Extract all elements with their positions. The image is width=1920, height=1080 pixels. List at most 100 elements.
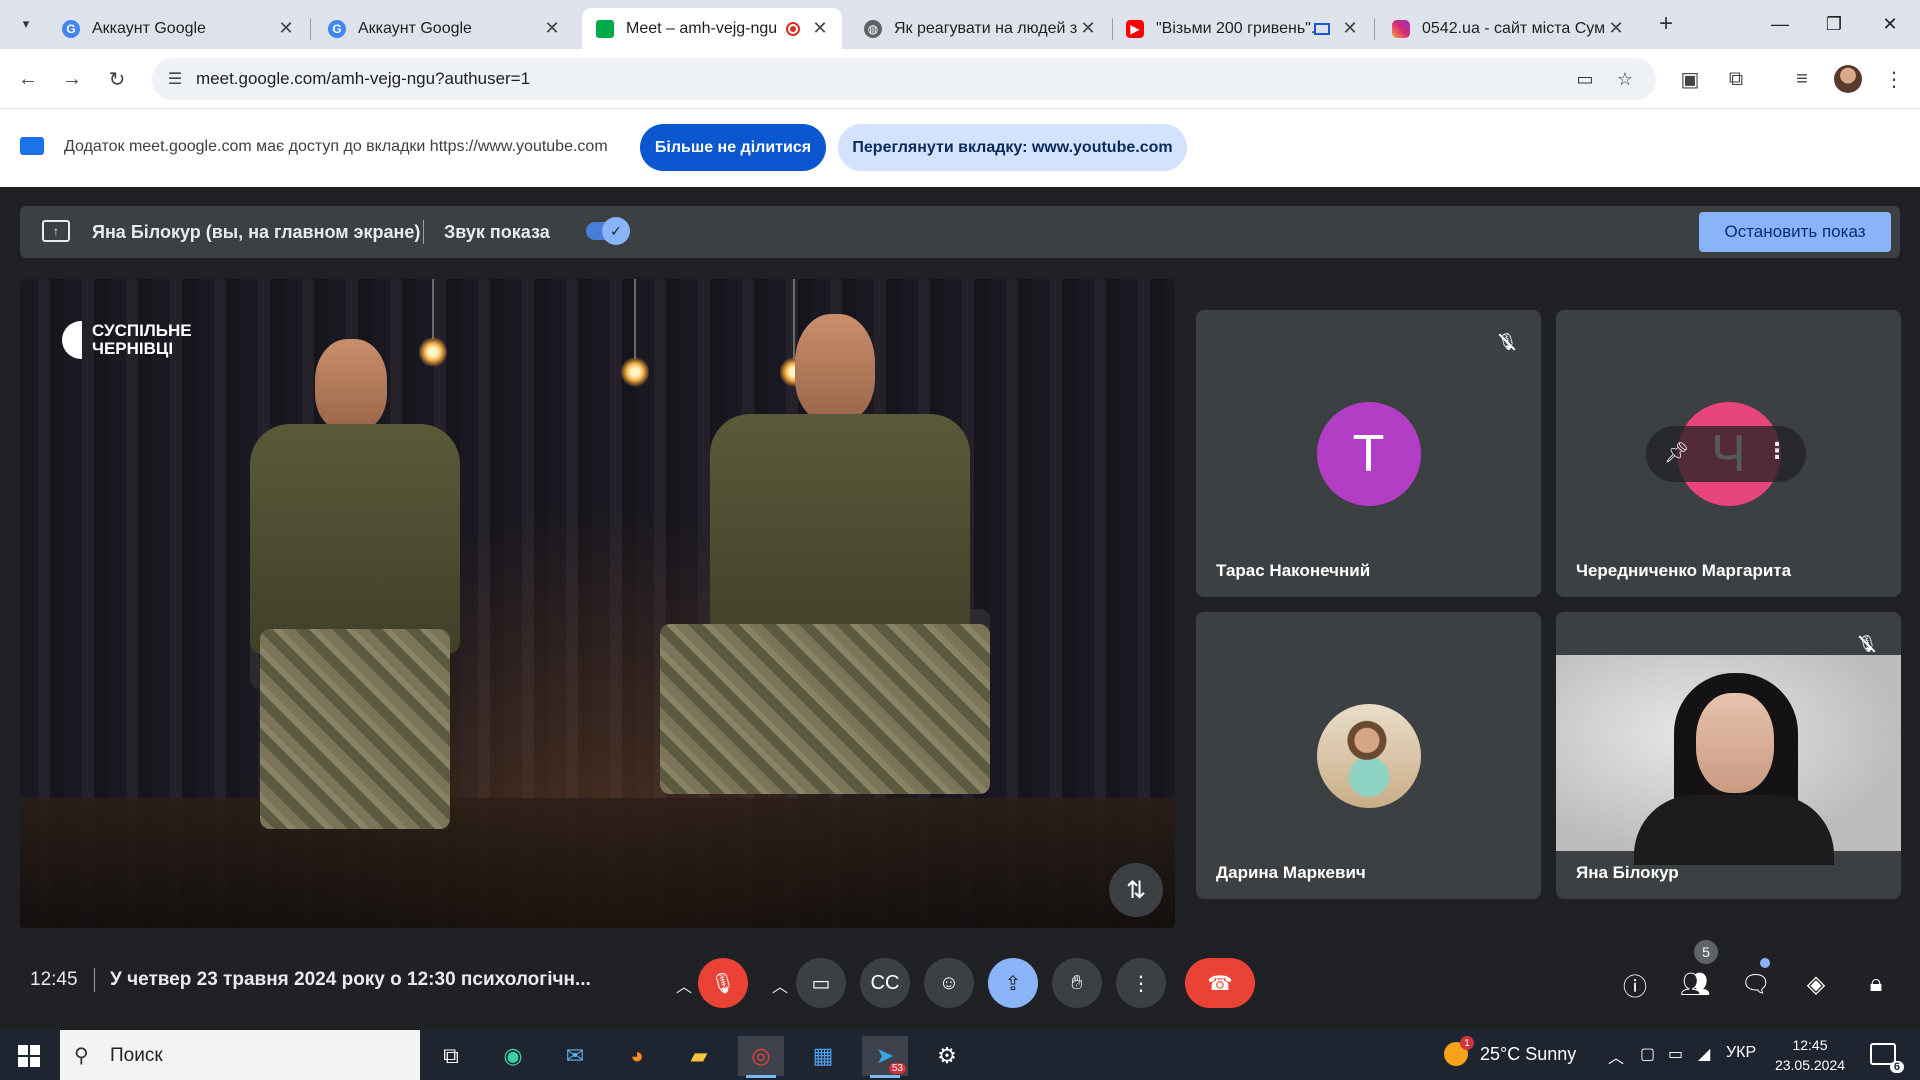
taskbar-clock[interactable]: 12:45 23.05.2024	[1770, 1035, 1850, 1075]
raise-hand-button[interactable]: ✋︎	[1052, 958, 1102, 1008]
close-tab-icon[interactable]: ✕	[1340, 18, 1360, 39]
meeting-info-icon[interactable]: ⓘ	[1619, 968, 1651, 1001]
edge-browser-icon[interactable]: ◉	[490, 1036, 536, 1076]
person-right	[640, 314, 1040, 874]
suspilne-logo-mark	[62, 321, 82, 359]
activities-icon[interactable]: ◈	[1800, 968, 1832, 1000]
people-icon[interactable]: 👥︎	[1679, 968, 1711, 1000]
browser-tab-strip: ▾ G Аккаунт Google ✕ G Аккаунт Google ✕ …	[0, 0, 1920, 49]
close-tab-icon[interactable]: ✕	[542, 18, 562, 39]
mail-icon[interactable]: ✉	[552, 1036, 598, 1076]
clock-time: 12:45	[1792, 1037, 1828, 1053]
tab-article[interactable]: ◍ Як реагувати на людей з і ✕	[850, 8, 1110, 49]
mic-off-button[interactable]: 🎙︎	[698, 958, 748, 1008]
video-options-chevron-icon[interactable]: ︿	[772, 973, 788, 997]
camera-in-use-icon[interactable]: ▭	[1572, 67, 1598, 91]
meet-icon	[596, 19, 614, 38]
site-settings-icon[interactable]: ☰	[164, 68, 186, 90]
shared-screen-video[interactable]: СУСПІЛЬНЕ ЧЕРНІВЦІ	[20, 279, 1175, 928]
microsoft-store-icon[interactable]: ▦	[800, 1036, 846, 1076]
camera-button[interactable]: ▭	[796, 958, 846, 1008]
close-tab-icon[interactable]: ✕	[1078, 18, 1098, 39]
stop-sharing-button[interactable]: Більше не ділитися	[640, 124, 826, 171]
google-icon: G	[62, 19, 80, 38]
tab-title: Аккаунт Google	[92, 19, 206, 37]
logo-text: СУСПІЛЬНЕ ЧЕРНІВЦІ	[92, 322, 192, 358]
browser-toolbar: ← → ↻ ☰ meet.google.com/amh-vejg-ngu?aut…	[0, 49, 1920, 109]
host-controls-lock-icon[interactable]: 🔒︎	[1860, 968, 1892, 1000]
meet-control-bar: 12:45 У четвер 23 травня 2024 року о 12:…	[0, 940, 1920, 1028]
present-now-button[interactable]: ⇪	[988, 958, 1038, 1008]
tab-youtube[interactable]: ▶ "Візьми 200 гривень". ✕	[1112, 8, 1372, 49]
meet-tray-icon[interactable]: ▢	[1640, 1044, 1655, 1064]
participant-tile[interactable]: 🎙 T Тарас Наконечний	[1196, 310, 1541, 597]
participant-tile[interactable]: 🎙 Яна Білокур	[1556, 612, 1901, 899]
view-shared-tab-button[interactable]: Переглянути вкладку: www.youtube.com	[838, 124, 1187, 171]
task-view-icon[interactable]: ⧉	[428, 1036, 474, 1076]
tab-separator	[1374, 18, 1375, 40]
meeting-title: У четвер 23 травня 2024 року о 12:30 пси…	[110, 969, 591, 990]
tab-meet[interactable]: Meet – amh-vejg-ngu ✕	[582, 8, 842, 49]
profile-extension-icon[interactable]: ▣	[1674, 63, 1706, 95]
new-tab-plus-icon[interactable]: +	[1652, 10, 1680, 38]
address-bar[interactable]: ☰ meet.google.com/amh-vejg-ngu?authuser=…	[152, 58, 1656, 100]
file-explorer-icon[interactable]: ▰	[676, 1036, 722, 1076]
windows-start-icon[interactable]	[18, 1045, 40, 1067]
participant-tile[interactable]: Ч 📌︎ ⋮ Чередниченко Маргарита	[1556, 310, 1901, 597]
emoji-reactions-button[interactable]: ☺	[924, 958, 974, 1008]
network-icon[interactable]: ◢	[1698, 1044, 1710, 1064]
back-arrow-icon[interactable]: ←	[12, 63, 44, 95]
swap-layout-arrows-icon[interactable]: ⇅	[1109, 863, 1163, 917]
profile-avatar[interactable]	[1834, 65, 1862, 93]
reload-icon[interactable]: ↻	[101, 63, 133, 95]
close-tab-icon[interactable]: ✕	[276, 18, 296, 39]
tab-google-account-2[interactable]: G Аккаунт Google ✕	[314, 8, 574, 49]
close-tab-icon[interactable]: ✕	[810, 18, 830, 39]
extensions-puzzle-icon[interactable]: ⧉	[1720, 63, 1752, 95]
divider	[94, 968, 95, 992]
person-torso	[250, 424, 460, 654]
stop-presenting-button[interactable]: Остановить показ	[1699, 212, 1891, 252]
more-options-button[interactable]: ⋮	[1116, 958, 1166, 1008]
chat-icon[interactable]: 🗨︎	[1740, 968, 1772, 1000]
tab-google-account-1[interactable]: G Аккаунт Google ✕	[48, 8, 308, 49]
participant-avatar: T	[1316, 401, 1421, 506]
notifications-icon[interactable]: 6	[1870, 1043, 1904, 1073]
bookmark-star-icon[interactable]: ☆	[1612, 67, 1638, 91]
audio-options-chevron-icon[interactable]: ︿	[676, 973, 692, 997]
youtube-icon: ▶	[1126, 19, 1144, 38]
battery-icon[interactable]: ▭	[1668, 1044, 1683, 1064]
participants-count-badge: 5	[1694, 940, 1718, 964]
language-indicator[interactable]: УКР	[1726, 1044, 1756, 1062]
tab-instagram[interactable]: 0542.ua - сайт міста Суми ✕	[1378, 8, 1638, 49]
person-head	[315, 339, 387, 431]
close-window-icon[interactable]: ✕	[1862, 8, 1918, 40]
settings-gear-icon[interactable]: ⚙	[924, 1036, 970, 1076]
presentation-audio-toggle[interactable]: ✓	[586, 217, 630, 245]
tab-search-chevron-icon[interactable]: ▾	[12, 10, 40, 38]
forward-arrow-icon[interactable]: →	[56, 63, 88, 95]
person-legs	[260, 629, 450, 829]
more-options-icon[interactable]: ⋮	[1766, 438, 1788, 464]
firefox-icon[interactable]: ◕	[614, 1036, 660, 1076]
captions-button[interactable]: CC	[860, 958, 910, 1008]
logo-line-1: СУСПІЛЬНЕ	[92, 321, 192, 340]
telegram-icon[interactable]: ➤ 53	[862, 1036, 908, 1078]
media-controls-icon[interactable]: ≡	[1786, 63, 1818, 95]
globe-icon: ◍	[864, 19, 882, 38]
participant-tile[interactable]: Дарина Маркевич	[1196, 612, 1541, 899]
show-hidden-icons-chevron[interactable]: ︿	[1608, 1044, 1624, 1068]
weather-widget[interactable]: 25°C Sunny	[1444, 1036, 1576, 1066]
tab-title: 0542.ua - сайт міста Суми	[1422, 19, 1606, 37]
taskbar-search-box[interactable]: ⚲ Поиск	[60, 1030, 420, 1080]
leave-call-button[interactable]: ☎	[1185, 958, 1255, 1008]
close-tab-icon[interactable]: ✕	[1606, 18, 1626, 39]
pin-icon[interactable]: 📌︎	[1664, 440, 1689, 465]
chrome-icon[interactable]: ◎	[738, 1036, 784, 1078]
url-text[interactable]: meet.google.com/amh-vejg-ngu?authuser=1	[196, 69, 530, 89]
camera-person-body	[1634, 795, 1834, 865]
menu-kebab-icon[interactable]: ⋮	[1878, 63, 1910, 95]
suspilne-logo: СУСПІЛЬНЕ ЧЕРНІВЦІ	[62, 321, 192, 359]
minimize-icon[interactable]: —	[1752, 8, 1808, 40]
restore-icon[interactable]: ❐	[1806, 8, 1862, 40]
